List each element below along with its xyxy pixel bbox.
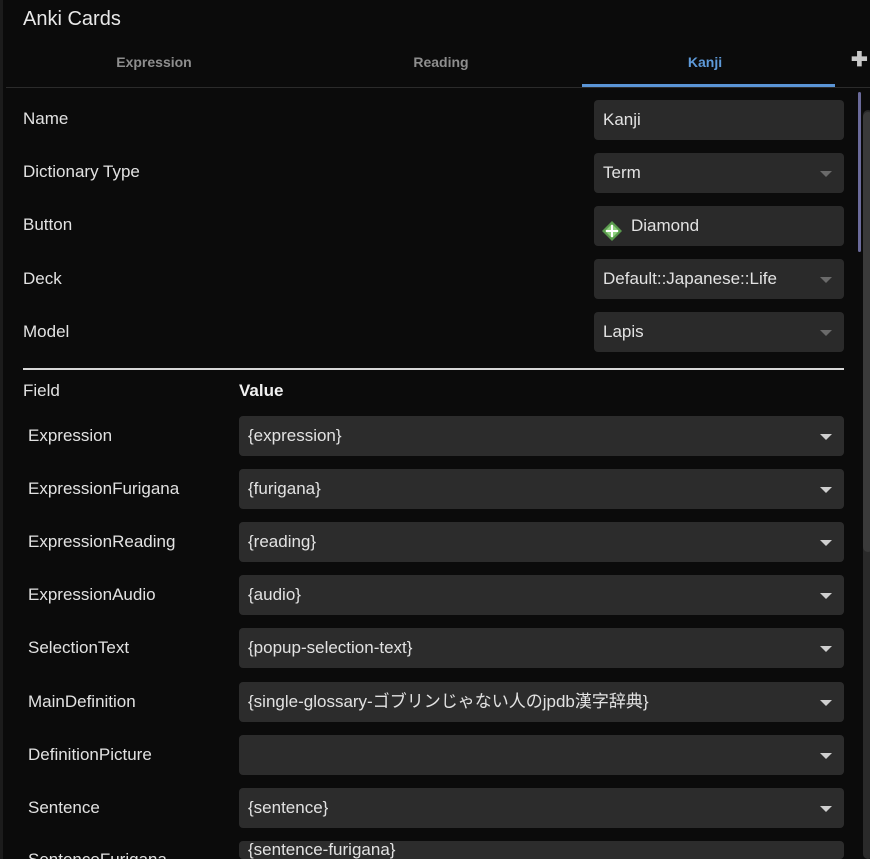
- model-select[interactable]: Lapis: [594, 312, 844, 352]
- name-input-value: Kanji: [603, 110, 641, 129]
- field-value-select-expression-audio[interactable]: {audio}: [239, 575, 844, 615]
- field-value: {furigana}: [248, 479, 321, 498]
- field-value-select-main-definition[interactable]: {single-glossary-ゴブリンじゃない人のjpdb漢字辞典}: [239, 682, 844, 722]
- field-label-sentence-furigana: SentenceFurigana: [28, 850, 167, 859]
- chevron-down-icon: [820, 646, 832, 652]
- card-type-tabs: Expression Reading Kanji ✚: [6, 40, 870, 88]
- active-tab-indicator: [582, 84, 835, 87]
- anki-cards-panel: Anki Cards Expression Reading Kanji ✚ Na…: [0, 0, 870, 859]
- scrollbar[interactable]: [856, 92, 870, 859]
- field-value: {sentence}: [248, 798, 329, 817]
- model-label: Model: [23, 322, 70, 341]
- name-input[interactable]: Kanji: [594, 100, 844, 140]
- name-label: Name: [23, 109, 69, 128]
- button-label: Button: [23, 215, 73, 234]
- chevron-down-icon: [820, 593, 832, 599]
- field-label-main-definition: MainDefinition: [28, 692, 136, 711]
- plus-icon[interactable]: ✚: [851, 50, 868, 70]
- field-value: {single-glossary-ゴブリンじゃない人のjpdb漢字辞典}: [248, 692, 649, 711]
- model-value: Lapis: [603, 322, 644, 341]
- value-column-header: Value: [239, 381, 284, 400]
- chevron-down-icon: [820, 171, 832, 177]
- field-value-select-sentence-furigana[interactable]: {sentence-furigana}: [239, 841, 844, 859]
- diamond-icon: [602, 216, 622, 241]
- chevron-down-icon: [820, 330, 832, 336]
- section-divider: [23, 368, 844, 370]
- chevron-down-icon: [820, 540, 832, 546]
- dictionary-type-label: Dictionary Type: [23, 162, 140, 181]
- field-value-select-selection-text[interactable]: {popup-selection-text}: [239, 628, 844, 668]
- deck-label: Deck: [23, 269, 62, 288]
- field-value-select-definition-picture[interactable]: [239, 735, 844, 775]
- chevron-down-icon: [820, 487, 832, 493]
- chevron-down-icon: [820, 700, 832, 706]
- scroll-position-indicator: [858, 92, 861, 252]
- chevron-down-icon: [820, 753, 832, 759]
- deck-select[interactable]: Default::Japanese::Life: [594, 259, 844, 299]
- field-label-sentence: Sentence: [28, 798, 100, 817]
- field-value: {expression}: [248, 426, 342, 445]
- button-select[interactable]: Diamond: [594, 206, 844, 246]
- tab-kanji[interactable]: Kanji: [605, 54, 805, 70]
- field-value: {popup-selection-text}: [248, 638, 413, 657]
- field-label-expression: Expression: [28, 426, 113, 445]
- field-value: {reading}: [248, 532, 317, 551]
- chevron-down-icon: [820, 806, 832, 812]
- tab-expression[interactable]: Expression: [54, 54, 254, 70]
- field-label-selection-text: SelectionText: [28, 638, 130, 657]
- panel-title: Anki Cards: [23, 8, 121, 30]
- dictionary-type-select[interactable]: Term: [594, 153, 844, 193]
- chevron-down-icon: [820, 434, 832, 440]
- deck-value: Default::Japanese::Life: [603, 269, 777, 288]
- field-label-expression-reading: ExpressionReading: [28, 532, 176, 551]
- field-value: {sentence-furigana}: [248, 841, 396, 859]
- tab-reading[interactable]: Reading: [341, 54, 541, 70]
- field-value-select-expression-reading[interactable]: {reading}: [239, 522, 844, 562]
- button-value: Diamond: [631, 216, 700, 235]
- field-label-definition-picture: DefinitionPicture: [28, 745, 152, 764]
- scrollbar-thumb[interactable]: [863, 112, 870, 552]
- dictionary-type-value: Term: [603, 163, 641, 182]
- field-column-header: Field: [23, 381, 60, 400]
- field-label-expression-furigana: ExpressionFurigana: [28, 479, 180, 498]
- field-value-select-expression-furigana[interactable]: {furigana}: [239, 469, 844, 509]
- field-value-select-expression[interactable]: {expression}: [239, 416, 844, 456]
- field-label-expression-audio: ExpressionAudio: [28, 585, 156, 604]
- chevron-down-icon: [820, 277, 832, 283]
- field-value: {audio}: [248, 585, 301, 604]
- field-value-select-sentence[interactable]: {sentence}: [239, 788, 844, 828]
